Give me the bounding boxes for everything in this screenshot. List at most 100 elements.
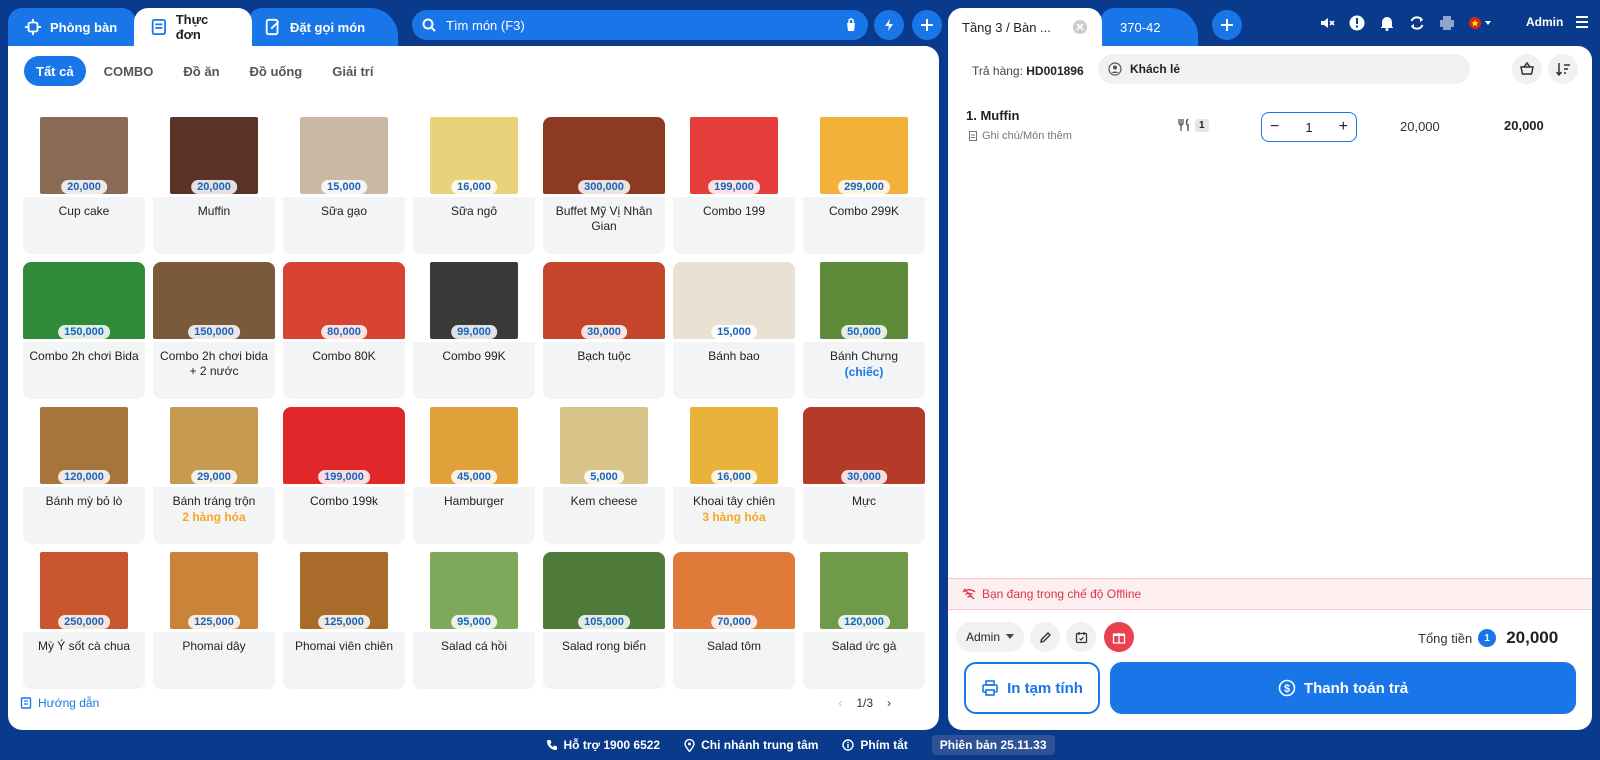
guide-link[interactable]: Hướng dẫn (20, 696, 99, 710)
tab-order-active-label: Tầng 3 / Bàn ... (962, 19, 1051, 35)
offline-banner: Bạn đang trong chế độ Offline (948, 578, 1592, 610)
product-card[interactable]: 150,000 Combo 2h chơi bida + 2 nước (153, 262, 275, 399)
category-tab-combo[interactable]: COMBO (92, 56, 166, 86)
product-price: 199,000 (318, 470, 370, 484)
product-card[interactable]: 250,000 Mỳ Ý sốt cà chua (23, 552, 145, 689)
shortcut-link[interactable]: Phím tắt (842, 738, 908, 752)
search-input[interactable] (446, 17, 834, 33)
order-panel: Trả hàng: HD001896 Khách lẻ 1. Muffin Gh… (948, 46, 1592, 730)
product-card[interactable]: 150,000 Combo 2h chơi Bida (23, 262, 145, 399)
branch-link[interactable]: Chi nhánh trung tâm (684, 738, 818, 752)
product-card[interactable]: 45,000 Hamburger (413, 407, 535, 544)
next-page-icon[interactable]: › (887, 696, 891, 710)
pay-button[interactable]: $ Thanh toán trả (1110, 662, 1576, 714)
tab-dat-goi-mon[interactable]: Đặt gọi món (248, 8, 398, 46)
product-card[interactable]: 30,000 Bạch tuộc (543, 262, 665, 399)
version-badge: Phiên bản 25.11.33 (931, 735, 1055, 755)
product-card[interactable]: 105,000 Salad rong biển (543, 552, 665, 689)
user-icon (1108, 62, 1122, 76)
customer-name: Khách lẻ (1130, 62, 1181, 76)
item-serve[interactable]: 1 (1178, 118, 1209, 132)
item-note[interactable]: Ghi chú/Món thêm (968, 130, 1072, 142)
staff-select[interactable]: Admin (956, 622, 1024, 652)
item-unit-price: 20,000 (1400, 119, 1440, 134)
product-card[interactable]: 70,000 Salad tôm (673, 552, 795, 689)
product-card[interactable]: 20,000 Cup cake (23, 117, 145, 254)
product-sub: 3 hàng hóa (702, 510, 766, 524)
sort-button[interactable] (1548, 54, 1578, 84)
alert-icon[interactable] (1348, 14, 1366, 32)
tab-order-active[interactable]: Tầng 3 / Bàn ... (948, 8, 1102, 46)
product-sub: 2 hàng hóa (182, 510, 246, 524)
table-icon (24, 18, 42, 36)
basket-button[interactable] (1512, 54, 1542, 84)
support-link[interactable]: Hỗ trợ 1900 6522 (546, 738, 660, 752)
item-qty[interactable]: 1 (1305, 120, 1312, 135)
tab-thuc-don[interactable]: Thực đơn (134, 8, 252, 46)
product-name: Salad ức gà (831, 639, 897, 653)
language-flag-icon[interactable] (1466, 14, 1496, 32)
category-tab-drink[interactable]: Đồ uống (238, 56, 315, 86)
product-card[interactable]: 29,000 Bánh tráng trộn 2 hàng hóa (153, 407, 275, 544)
quantity-stepper: − 1 + (1261, 112, 1357, 142)
tab-phong-ban[interactable]: Phòng bàn (8, 8, 136, 46)
product-name: Bạch tuộc (577, 349, 631, 363)
edit-button[interactable] (1030, 622, 1060, 652)
category-tab-food[interactable]: Đồ ăn (171, 56, 231, 86)
search-icon (422, 18, 436, 32)
product-card[interactable]: 199,000 Combo 199 (673, 117, 795, 254)
schedule-button[interactable] (1066, 622, 1096, 652)
info-icon (842, 739, 855, 751)
product-card[interactable]: 120,000 Bánh mỳ bỏ lò (23, 407, 145, 544)
book-icon (20, 697, 32, 709)
add-order-button[interactable] (1212, 10, 1242, 40)
product-price: 15,000 (711, 325, 757, 339)
product-card[interactable]: 30,000 Mực (803, 407, 925, 544)
prev-page-icon[interactable]: ‹ (838, 696, 842, 710)
plus-icon[interactable]: + (1339, 118, 1348, 136)
product-price: 150,000 (58, 325, 110, 339)
admin-label[interactable]: Admin (1526, 15, 1563, 29)
product-price: 95,000 (451, 615, 497, 629)
product-card[interactable]: 50,000 Bánh Chưng (chiếc) (803, 262, 925, 399)
product-grid: 20,000 Cup cake 20,000 Muffin 15,000 Sữa gạo 1… (23, 117, 925, 689)
product-card[interactable]: 299,000 Combo 299K (803, 117, 925, 254)
sync-icon[interactable] (1408, 14, 1426, 32)
product-card[interactable]: 120,000 Salad ức gà (803, 552, 925, 689)
product-card[interactable]: 15,000 Bánh bao (673, 262, 795, 399)
product-card[interactable]: 80,000 Combo 80K (283, 262, 405, 399)
mute-icon[interactable] (1318, 14, 1336, 32)
product-card[interactable]: 16,000 Khoai tây chiên 3 hàng hóa (673, 407, 795, 544)
product-card[interactable]: 16,000 Sữa ngô (413, 117, 535, 254)
tab-order-370-42[interactable]: 370-42 (1100, 8, 1198, 46)
printer-icon[interactable] (1438, 14, 1456, 32)
product-card[interactable]: 125,000 Phomai dây (153, 552, 275, 689)
product-card[interactable]: 199,000 Combo 199k (283, 407, 405, 544)
add-button[interactable] (912, 10, 942, 40)
product-name: Combo 99K (442, 349, 506, 363)
product-card[interactable]: 99,000 Combo 99K (413, 262, 535, 399)
minus-icon[interactable]: − (1270, 118, 1279, 136)
product-name: Mực (851, 494, 877, 508)
product-card[interactable]: 95,000 Salad cá hồi (413, 552, 535, 689)
customer-selector[interactable]: Khách lẻ (1098, 54, 1470, 84)
product-price: 299,000 (838, 180, 890, 194)
staff-name: Admin (965, 630, 1000, 644)
bell-icon[interactable] (1378, 14, 1396, 32)
product-card[interactable]: 15,000 Sữa gạo (283, 117, 405, 254)
product-card[interactable]: 20,000 Muffin (153, 117, 275, 254)
close-icon[interactable] (1072, 19, 1088, 35)
item-name[interactable]: 1. Muffin (966, 108, 1019, 123)
quick-button[interactable] (874, 10, 904, 40)
product-card[interactable]: 125,000 Phomai viên chiên (283, 552, 405, 689)
product-price: 16,000 (711, 470, 757, 484)
product-card[interactable]: 300,000 Buffet Mỹ Vị Nhân Gian (543, 117, 665, 254)
category-tab-entertainment[interactable]: Giải trí (320, 56, 385, 86)
print-draft-button[interactable]: In tạm tính (964, 662, 1100, 714)
printer-icon (982, 680, 998, 696)
category-tab-all[interactable]: Tất cả (24, 56, 86, 86)
product-card[interactable]: 5,000 Kem cheese (543, 407, 665, 544)
gift-button[interactable] (1104, 622, 1134, 652)
hamburger-icon[interactable] (1574, 14, 1590, 30)
bag-icon[interactable] (844, 18, 858, 32)
